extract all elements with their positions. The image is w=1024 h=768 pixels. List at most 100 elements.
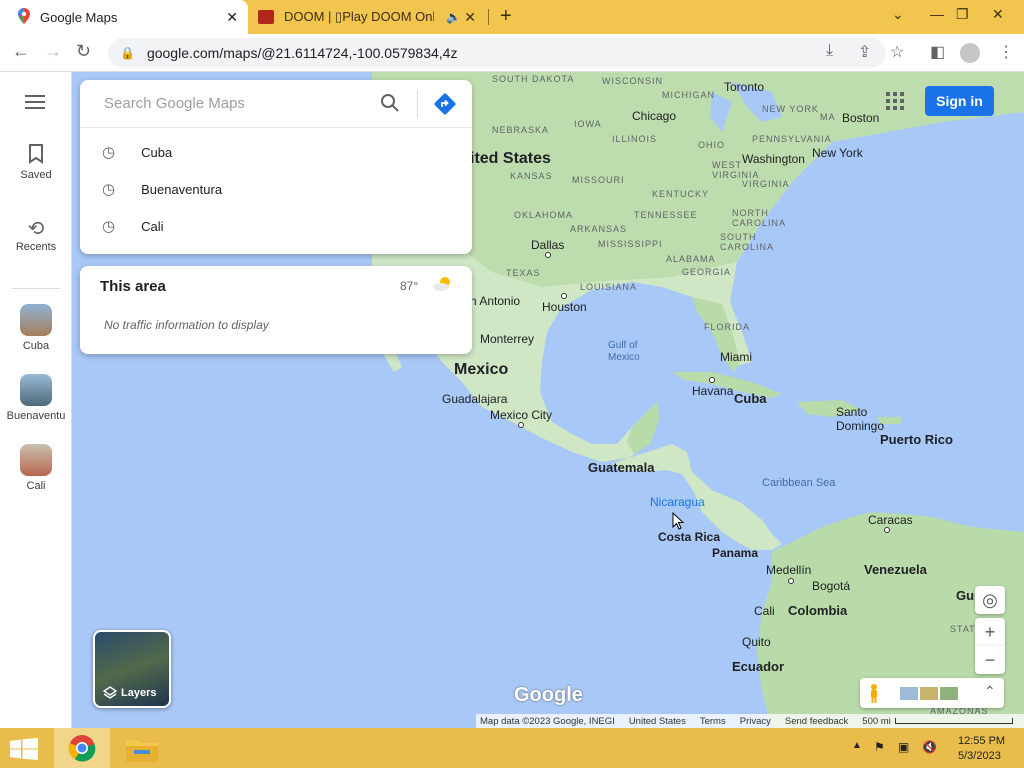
- sidebar-item-saved[interactable]: Saved: [0, 144, 72, 181]
- taskbar-clock-date[interactable]: 5/3/2023: [958, 750, 1001, 762]
- recent-search-item[interactable]: ◷ Buenaventura: [80, 171, 472, 207]
- scale-label[interactable]: 500 mi: [862, 716, 891, 727]
- imagery-thumbnail[interactable]: [900, 687, 918, 700]
- sign-in-button[interactable]: Sign in: [925, 86, 994, 116]
- map-label: Chicago: [632, 109, 677, 123]
- sidebar-item-buenaventura[interactable]: Buenaventu: [0, 374, 72, 422]
- tab-doom[interactable]: DOOM | ▯Play DOOM Onlin 🔈 ✕: [250, 0, 490, 34]
- history-icon: ◷: [102, 144, 116, 161]
- taskbar-clock-time[interactable]: 12:55 PM: [958, 735, 1005, 747]
- place-thumbnail: [20, 374, 52, 406]
- imagery-thumbnail[interactable]: [920, 687, 938, 700]
- new-tab-icon[interactable]: +: [500, 5, 512, 28]
- maps-pin-icon: [18, 7, 30, 27]
- pegman-icon[interactable]: [868, 683, 880, 708]
- tab-close-icon[interactable]: ✕: [464, 9, 476, 26]
- partly-sunny-icon: [432, 275, 454, 298]
- imagery-thumbnail[interactable]: [940, 687, 958, 700]
- action-center-flag-icon[interactable]: ⚑: [874, 740, 885, 754]
- back-icon[interactable]: ←: [12, 41, 30, 62]
- restore-icon[interactable]: ❐: [956, 6, 969, 23]
- search-input[interactable]: [80, 80, 472, 128]
- map-label: ILLINOIS: [612, 134, 658, 144]
- map-label: SOUTH DAKOTA: [492, 74, 575, 84]
- map-label: Mexico City: [490, 408, 553, 422]
- network-icon[interactable]: ▣: [898, 740, 909, 754]
- apps-grid-icon[interactable]: [886, 92, 904, 115]
- map-label: Dallas: [531, 238, 565, 252]
- maps-sidebar: Saved ⟲ Recents Cuba Buenaventu Cali: [0, 72, 72, 728]
- tab-close-icon[interactable]: ✕: [226, 9, 238, 26]
- bookmark-icon: [0, 144, 72, 169]
- map-label: KANSAS: [510, 171, 553, 181]
- recent-search-item[interactable]: ◷ Cuba: [80, 134, 472, 170]
- tab-google-maps[interactable]: Google Maps ✕: [0, 0, 248, 34]
- share-icon[interactable]: ⇪: [858, 42, 871, 62]
- map-label: Venezuela: [864, 562, 927, 577]
- tray-overflow-icon[interactable]: ▲: [852, 740, 862, 751]
- layers-button[interactable]: Layers: [93, 630, 171, 708]
- expand-chevron-icon[interactable]: ⌃: [984, 683, 996, 700]
- map-label: MA: [820, 112, 836, 122]
- map-label: Cali: [754, 604, 775, 618]
- map-label: Ecuador: [732, 659, 785, 674]
- map-label: VIRGINIA: [742, 179, 790, 189]
- doom-icon: [258, 10, 274, 24]
- tab-search-icon[interactable]: ⌄: [892, 6, 904, 23]
- search-icon[interactable]: [380, 93, 400, 118]
- map-label: Panama: [712, 546, 759, 560]
- map-label: Cuba: [734, 391, 767, 406]
- sidebar-item-cuba[interactable]: Cuba: [0, 304, 72, 352]
- lock-icon[interactable]: 🔒: [120, 46, 135, 60]
- map-label: WISCONSIN: [602, 76, 664, 86]
- this-area-card[interactable]: This area 87° No traffic information to …: [80, 266, 472, 354]
- my-location-icon[interactable]: ◎: [975, 586, 1005, 614]
- privacy-link[interactable]: Privacy: [740, 716, 771, 727]
- file-explorer-taskbar-icon[interactable]: [126, 736, 158, 767]
- zoom-in-button[interactable]: +: [975, 618, 1005, 646]
- map-label: Caracas: [868, 513, 913, 527]
- sidebar-item-cali[interactable]: Cali: [0, 444, 72, 492]
- reload-icon[interactable]: ↻: [76, 41, 91, 62]
- map-label: MICHIGAN: [662, 90, 715, 100]
- window-close-icon[interactable]: ✕: [992, 6, 1004, 23]
- terms-link[interactable]: Terms: [700, 716, 726, 727]
- url-text: google.com/maps/@21.6114724,-100.0579834…: [146, 45, 458, 61]
- minimize-icon[interactable]: —: [930, 6, 944, 22]
- send-feedback-link[interactable]: Send feedback: [785, 716, 848, 727]
- map-label: ited States: [470, 150, 551, 167]
- map-label: Boston: [842, 111, 880, 125]
- install-app-icon[interactable]: ⤓: [826, 42, 833, 60]
- address-bar[interactable]: 🔒 google.com/maps/@21.6114724,-100.05798…: [108, 38, 886, 68]
- area-temperature: 87°: [400, 279, 419, 293]
- volume-muted-icon[interactable]: 🔇: [922, 740, 937, 754]
- bookmark-star-icon[interactable]: ☆: [890, 42, 904, 62]
- map-label: Havana: [692, 384, 734, 398]
- windows-start-icon[interactable]: [10, 738, 38, 765]
- sidebar-item-label: Saved: [20, 169, 52, 181]
- traffic-status: No traffic information to display: [104, 318, 269, 332]
- map-label: Guadalajara: [442, 392, 508, 406]
- side-panel-icon[interactable]: ◧: [930, 42, 945, 62]
- layers-icon: [102, 686, 118, 705]
- forward-icon[interactable]: →: [44, 41, 62, 62]
- menu-hamburger-icon[interactable]: [0, 94, 72, 113]
- profile-avatar[interactable]: [960, 43, 980, 63]
- menu-kebab-icon[interactable]: ⋮: [998, 42, 1014, 62]
- map-label: GEORGIA: [682, 267, 732, 277]
- audio-playing-icon[interactable]: 🔈: [446, 10, 461, 24]
- map-label: OHIO: [698, 140, 726, 150]
- directions-icon[interactable]: [433, 92, 457, 121]
- zoom-out-button[interactable]: −: [975, 646, 1005, 674]
- map-label: Guatemala: [588, 460, 655, 475]
- region-link[interactable]: United States: [629, 716, 686, 727]
- chrome-taskbar-icon[interactable]: [54, 728, 110, 768]
- recent-search-item[interactable]: ◷ Cali: [80, 208, 472, 244]
- map-label: NORTH CAROLINA: [732, 208, 787, 228]
- windows-taskbar: ▲ ⚑ ▣ 🔇 12:55 PM 5/3/2023: [0, 728, 1024, 768]
- map-label: Puerto Rico: [880, 432, 953, 447]
- map-label: Gulf of Mexico: [608, 340, 640, 363]
- sidebar-item-recents[interactable]: ⟲ Recents: [0, 216, 72, 253]
- sidebar-item-label: Cali: [26, 480, 46, 492]
- map-label: Quito: [742, 635, 771, 649]
